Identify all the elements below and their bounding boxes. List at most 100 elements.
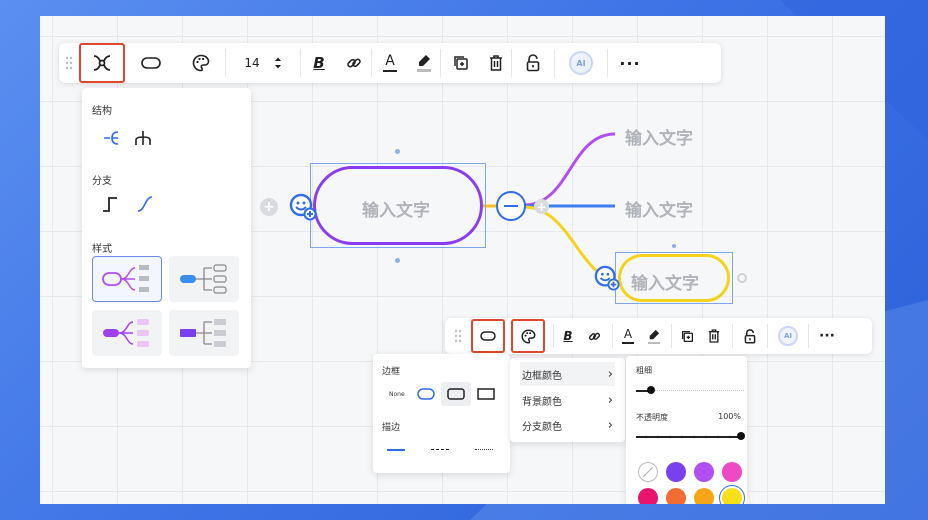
ai-button[interactable]: AI: [555, 43, 607, 83]
color-swatch[interactable]: [638, 488, 658, 504]
text-color-button[interactable]: A: [372, 43, 408, 83]
small-more-icon: ···: [819, 328, 835, 344]
menu-background-color-label: 背景颜色: [522, 396, 562, 408]
style-option-1[interactable]: [92, 256, 162, 302]
border-none-option[interactable]: None: [389, 391, 405, 398]
structure-panel: 结构 分支 样式: [82, 88, 251, 368]
add-child-button[interactable]: +: [534, 199, 549, 214]
swatch-none[interactable]: [638, 462, 658, 482]
stroke-dashed-option[interactable]: [431, 449, 449, 450]
color-swatch[interactable]: [694, 488, 714, 504]
bold-button[interactable]: B: [301, 43, 337, 83]
small-ai-label: AI: [783, 332, 793, 340]
child-node-2-text[interactable]: 输入文字: [625, 196, 693, 221]
opacity-label: 不透明度: [636, 413, 668, 422]
add-sibling-left-button[interactable]: +: [260, 198, 278, 216]
lock-button[interactable]: [512, 43, 554, 83]
color-swatch[interactable]: [666, 488, 686, 504]
border-rounded-option[interactable]: [417, 388, 435, 400]
lock-icon: [526, 54, 540, 72]
delete-button[interactable]: [481, 43, 511, 83]
small-ai-button[interactable]: AI: [768, 318, 808, 354]
small-link-icon: [588, 332, 600, 340]
menu-border-color-label: 边框颜色: [522, 370, 562, 382]
border-title: 边框: [382, 367, 401, 377]
style-option-3[interactable]: [92, 310, 162, 356]
small-highlight-button[interactable]: [643, 318, 665, 354]
small-shape-button[interactable]: [471, 319, 505, 353]
duplicate-button[interactable]: [441, 43, 481, 83]
font-size-value: 14: [244, 56, 260, 70]
duplicate-icon: [454, 56, 468, 70]
small-more-button[interactable]: ···: [809, 318, 845, 354]
link-icon: [347, 58, 361, 68]
link-button[interactable]: [337, 43, 371, 83]
color-panel: 粗细 不透明度 100%: [626, 356, 747, 504]
opacity-value: 100%: [718, 412, 741, 421]
small-text-color-button[interactable]: A: [613, 318, 643, 354]
child3-add-child-button[interactable]: [737, 273, 747, 283]
add-emoji-icon[interactable]: [289, 193, 317, 225]
more-icon: ···: [619, 53, 641, 73]
child-node-1-text[interactable]: 输入文字: [625, 124, 693, 149]
style-option-4[interactable]: [169, 310, 239, 356]
whiteboard-canvas[interactable]: 输入文字 + + 输入文字 输入文字 输入文字 14 B A AI ··· 结构…: [40, 16, 885, 504]
root-node-text: 输入文字: [362, 201, 430, 221]
shape-button[interactable]: [125, 43, 177, 83]
style-title: 样式: [92, 244, 112, 255]
small-ai-icon: AI: [778, 326, 798, 346]
highlighter-icon: [419, 55, 430, 67]
stroke-dotted-option[interactable]: [475, 449, 493, 450]
child3-top-handle[interactable]: [672, 244, 676, 248]
chevron-right-icon: ›: [607, 417, 613, 433]
small-highlighter-icon: [649, 329, 660, 339]
highlight-button[interactable]: [408, 43, 440, 83]
border-rounded-rect-option[interactable]: [441, 382, 471, 406]
small-palette-icon: [521, 328, 536, 344]
small-drag-handle-icon[interactable]: [445, 318, 471, 354]
small-trash-icon: [708, 329, 720, 343]
drag-handle-icon[interactable]: [59, 43, 79, 83]
thickness-slider-knob[interactable]: [647, 386, 655, 394]
ai-label: AI: [576, 58, 586, 68]
more-button[interactable]: ···: [608, 43, 652, 83]
stroke-solid-option[interactable]: [387, 449, 405, 451]
font-size-control[interactable]: 14: [226, 43, 300, 83]
color-swatch[interactable]: [694, 462, 714, 482]
collapse-branch-button[interactable]: [496, 191, 526, 221]
color-swatch[interactable]: [722, 462, 742, 482]
stepper-arrows-icon[interactable]: [274, 56, 282, 70]
top-handle[interactable]: [395, 149, 400, 154]
opacity-slider-ticks: [644, 435, 732, 439]
menu-branch-color[interactable]: 分支颜色 ›: [520, 413, 615, 437]
small-duplicate-button[interactable]: [672, 318, 702, 354]
small-text-color-bar: [622, 342, 634, 344]
small-duplicate-icon: [681, 330, 693, 342]
small-lock-button[interactable]: [733, 318, 767, 354]
small-bold-button[interactable]: B: [554, 318, 582, 354]
branch-elbow-icon[interactable]: [102, 196, 118, 212]
color-swatch[interactable]: [722, 488, 742, 504]
chevron-right-icon: ›: [607, 366, 613, 382]
small-palette-button[interactable]: [511, 319, 545, 353]
color-swatch[interactable]: [666, 462, 686, 482]
style-option-2[interactable]: [169, 256, 239, 302]
color-palette-button[interactable]: [177, 43, 225, 83]
child-node-3-text: 输入文字: [631, 274, 699, 294]
opacity-slider-knob[interactable]: [737, 432, 745, 440]
trash-icon: [490, 55, 502, 71]
structure-right-icon[interactable]: [102, 130, 120, 146]
small-link-button[interactable]: [582, 318, 606, 354]
structure-down-icon[interactable]: [134, 130, 152, 146]
structure-button[interactable]: [79, 43, 125, 83]
menu-border-color[interactable]: 边框颜色 ›: [520, 362, 615, 386]
menu-background-color[interactable]: 背景颜色 ›: [520, 388, 615, 412]
small-delete-button[interactable]: [702, 318, 726, 354]
child3-add-emoji-icon[interactable]: [594, 265, 620, 295]
border-rect-option[interactable]: [477, 388, 495, 400]
border-panel: 边框 None 描边: [373, 354, 510, 473]
structure-icon: [93, 55, 111, 71]
branch-curve-icon[interactable]: [137, 196, 153, 212]
bottom-handle[interactable]: [395, 258, 400, 263]
stroke-title: 描边: [382, 423, 401, 433]
